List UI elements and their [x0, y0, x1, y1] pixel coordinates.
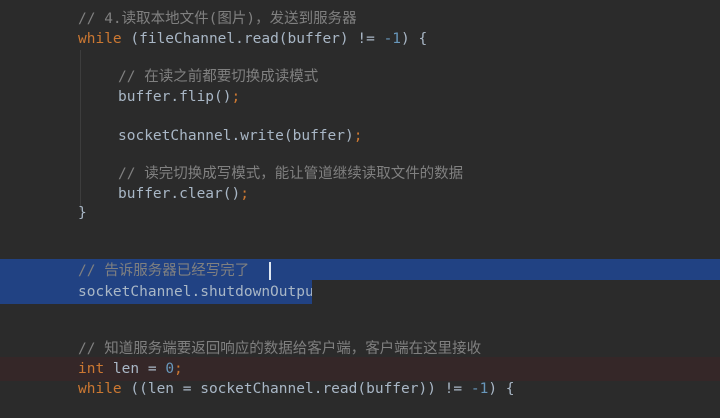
- code-line-selected[interactable]: socketChannel.shutdownOutput();: [0, 280, 349, 304]
- keyword: int: [78, 361, 105, 377]
- code-fragment: buffer.: [118, 89, 180, 105]
- code-fragment: (buffer)) !=: [357, 381, 471, 397]
- number-literal: 0: [165, 361, 175, 377]
- code-fragment: ) {: [488, 381, 515, 397]
- code-fragment: len =: [104, 361, 166, 377]
- semicolon: ;: [353, 128, 363, 144]
- method-name: write: [240, 128, 284, 144]
- selection-gap: [312, 280, 720, 304]
- method-name: read: [243, 31, 279, 47]
- method-name: read: [322, 381, 358, 397]
- code-fragment: (fileChannel.: [121, 31, 244, 47]
- code-fragment: (buffer) !=: [278, 31, 384, 47]
- semicolon: ;: [240, 186, 249, 202]
- keyword: while: [78, 31, 122, 47]
- code-fragment: (): [222, 186, 241, 202]
- number-literal: -1: [383, 31, 402, 47]
- closing-brace: }: [78, 205, 87, 221]
- method-name: clear: [179, 186, 223, 202]
- code-editor[interactable]: // 4.读取本地文件(图片)，发送到服务器 while (fileChanne…: [0, 0, 720, 418]
- semicolon: ;: [174, 361, 183, 377]
- code-text: while (fileChannel.read(buffer) != -1) {: [78, 27, 427, 51]
- code-fragment: (buffer): [283, 128, 354, 144]
- code-text: socketChannel.write(buffer);: [118, 124, 362, 148]
- code-fragment: socketChannel.: [118, 128, 241, 144]
- code-fragment: ) {: [401, 31, 428, 47]
- code-line[interactable]: socketChannel.write(buffer);: [0, 124, 720, 148]
- keyword: while: [78, 381, 122, 397]
- code-fragment: ((len = socketChannel.: [121, 381, 323, 397]
- method-name: flip: [179, 89, 215, 105]
- code-line[interactable]: }: [0, 201, 720, 225]
- code-text: buffer.flip();: [118, 85, 240, 109]
- code-fragment: (): [214, 89, 232, 105]
- number-literal: -1: [470, 381, 489, 397]
- code-line[interactable]: while (fileChannel.read(buffer) != -1) {: [0, 27, 720, 51]
- code-fragment: socketChannel.: [78, 284, 201, 300]
- code-fragment: buffer.: [118, 186, 180, 202]
- code-text: while ((len = socketChannel.read(buffer)…: [78, 377, 515, 401]
- semicolon: ;: [231, 89, 241, 105]
- code-line[interactable]: while ((len = socketChannel.read(buffer)…: [0, 377, 720, 401]
- method-name: shutdownOutput: [200, 284, 323, 300]
- code-text: socketChannel.shutdownOutput();: [78, 280, 349, 304]
- code-line[interactable]: buffer.flip();: [0, 85, 720, 109]
- text-caret: [269, 262, 271, 280]
